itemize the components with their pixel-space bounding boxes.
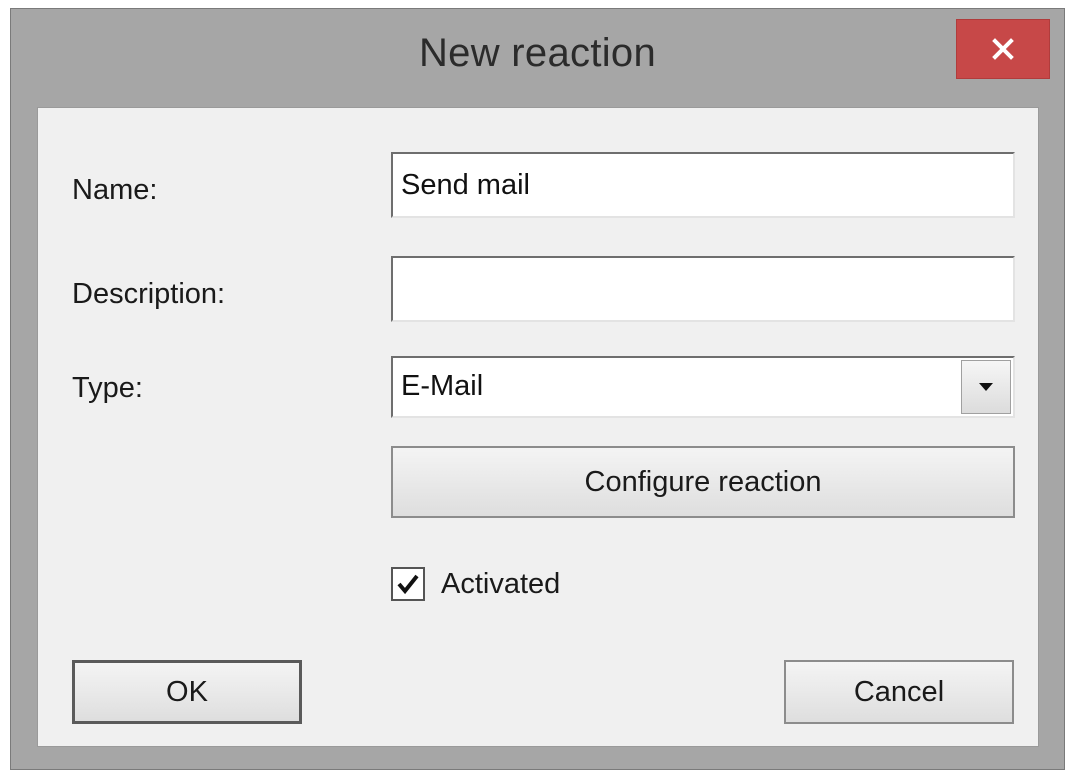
type-label: Type: (72, 372, 143, 404)
ok-button[interactable]: OK (72, 660, 302, 724)
activated-checkbox[interactable] (391, 567, 425, 601)
dialog-body: Name: Description: Type: E-Mail Configur… (37, 107, 1039, 747)
close-button[interactable] (956, 19, 1050, 79)
dialog-title: New reaction (418, 31, 657, 75)
name-input[interactable] (391, 152, 1015, 218)
name-label: Name: (72, 174, 158, 206)
dialog-window: New reaction Name: Description: Type: E-… (10, 8, 1065, 770)
close-icon (992, 38, 1014, 60)
type-select-value: E-Mail (401, 370, 484, 402)
configure-reaction-button[interactable]: Configure reaction (391, 446, 1015, 518)
type-select[interactable]: E-Mail (391, 356, 1015, 418)
checkmark-icon (397, 574, 419, 595)
title-bar[interactable]: New reaction (11, 9, 1064, 107)
activated-checkbox-row[interactable]: Activated (391, 564, 560, 604)
activated-label: Activated (441, 567, 561, 600)
dropdown-arrow-icon[interactable] (961, 360, 1011, 414)
description-label: Description: (72, 278, 226, 310)
description-input[interactable] (391, 256, 1015, 322)
cancel-button[interactable]: Cancel (784, 660, 1014, 724)
